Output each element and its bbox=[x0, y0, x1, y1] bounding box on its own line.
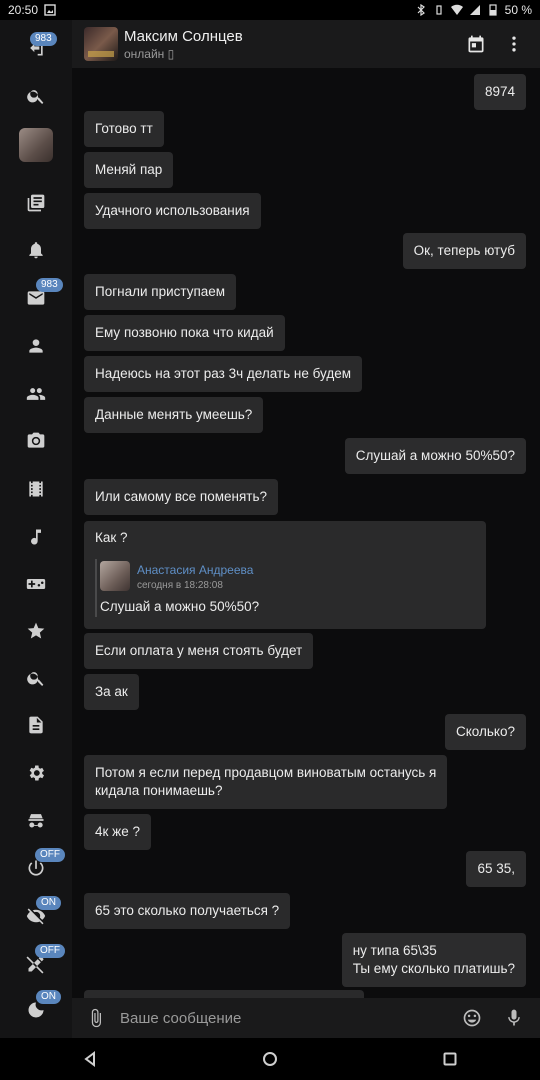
battery-icon bbox=[489, 4, 497, 16]
sidebar-item-photos[interactable] bbox=[0, 421, 72, 461]
chat-status: онлайн ▯ bbox=[124, 46, 175, 61]
gamepad-icon bbox=[26, 579, 46, 589]
document-icon bbox=[29, 716, 43, 734]
toggle-badge-1: OFF bbox=[35, 848, 65, 862]
emoji-icon[interactable] bbox=[462, 1008, 482, 1028]
sidebar-item-videos[interactable] bbox=[0, 469, 72, 509]
avatar bbox=[19, 128, 53, 162]
message-bubble-in[interactable]: За ак bbox=[84, 674, 139, 710]
microphone-icon[interactable] bbox=[504, 1008, 524, 1028]
toggle-badge-2: ON bbox=[36, 896, 61, 910]
message-bubble-in[interactable]: 65 это сколько получаеться ? bbox=[84, 893, 291, 929]
more-vertical-icon[interactable] bbox=[504, 34, 524, 54]
music-note-icon bbox=[31, 529, 41, 545]
quote-avatar[interactable] bbox=[100, 561, 130, 591]
signal-icon bbox=[469, 5, 480, 15]
calendar-icon[interactable] bbox=[466, 34, 486, 54]
gallery-icon bbox=[44, 4, 56, 16]
back-badge: 983 bbox=[30, 32, 57, 46]
incognito-icon bbox=[28, 814, 44, 828]
toggle-badge-4: ON bbox=[36, 990, 61, 1004]
system-nav-bar bbox=[0, 1038, 540, 1080]
nav-back-icon[interactable] bbox=[82, 1051, 98, 1067]
message-list: 8974 Готово тт Меняй пар Удачного исполь… bbox=[72, 68, 540, 998]
group-icon bbox=[26, 388, 46, 400]
paperclip-icon[interactable] bbox=[86, 1008, 106, 1028]
sidebar-item-groups[interactable] bbox=[0, 374, 72, 414]
clock: 20:50 bbox=[8, 3, 39, 17]
wifi-icon bbox=[450, 4, 463, 15]
quote-author[interactable]: Анастасия Андреева bbox=[137, 563, 253, 577]
sidebar-item-profile[interactable] bbox=[0, 124, 72, 166]
battery-level: 50 % bbox=[504, 3, 532, 17]
sidebar-item-favorites[interactable] bbox=[0, 611, 72, 651]
quote-body: Слушай а можно 50%50? bbox=[100, 599, 260, 614]
gear-icon bbox=[29, 765, 44, 781]
search-icon bbox=[27, 90, 44, 104]
message-bubble-in[interactable]: Потом я если перед продавцом виноватым о… bbox=[84, 755, 448, 809]
sidebar-item-friends[interactable] bbox=[0, 326, 72, 366]
sidebar-item-incognito[interactable] bbox=[0, 800, 72, 840]
sidebar: 983 983 OFF ON OFF ON bbox=[0, 20, 72, 1038]
toggle-online[interactable]: OFF bbox=[0, 848, 72, 888]
toggle-badge-3: OFF bbox=[35, 944, 65, 958]
film-icon bbox=[29, 481, 43, 497]
chat-avatar[interactable] bbox=[84, 27, 118, 61]
search-icon bbox=[27, 672, 44, 686]
message-bubble-out[interactable]: Ок, теперь ютуб bbox=[402, 233, 526, 269]
sidebar-item-documents[interactable] bbox=[0, 705, 72, 745]
back-button[interactable]: 983 bbox=[0, 28, 72, 68]
compose-bar: Ваше сообщение bbox=[72, 998, 540, 1038]
message-bubble-in[interactable]: Или самому все поменять? bbox=[84, 479, 278, 515]
chat-header: Максим Солнцев онлайн ▯ bbox=[72, 20, 540, 68]
sidebar-item-news[interactable] bbox=[0, 183, 72, 223]
quote-time: сегодня в 18:28:08 bbox=[137, 580, 223, 591]
message-bubble-in[interactable]: Меняй пар bbox=[84, 152, 174, 188]
message-bubble-out[interactable]: ну типа 65\35 Ты ему сколько платишь? bbox=[341, 933, 526, 987]
message-input[interactable]: Ваше сообщение bbox=[120, 1010, 241, 1027]
toggle-read[interactable]: ON bbox=[0, 896, 72, 936]
sidebar-item-search-2[interactable] bbox=[0, 658, 72, 698]
message-bubble-in[interactable]: 4к же ? bbox=[84, 814, 151, 850]
bluetooth-icon bbox=[417, 4, 425, 16]
message-bubble-in[interactable]: Надеюсь на этот раз 3ч делать не будем bbox=[84, 356, 362, 392]
message-bubble-in[interactable]: Данные менять умеешь? bbox=[84, 397, 264, 433]
chat-title: Максим Солнцев bbox=[124, 27, 243, 45]
message-bubble-in[interactable]: Удачного использования bbox=[84, 193, 261, 229]
message-bubble-in[interactable]: Погнали приступаем bbox=[84, 274, 237, 310]
star-icon bbox=[27, 622, 45, 639]
sidebar-item-messages[interactable]: 983 bbox=[0, 278, 72, 318]
reply-text: Как ? bbox=[95, 530, 128, 545]
nav-recents-icon[interactable] bbox=[442, 1051, 458, 1067]
toggle-typing[interactable]: OFF bbox=[0, 944, 72, 984]
quote-bar bbox=[95, 559, 97, 617]
message-bubble-in[interactable]: Готово тт bbox=[84, 111, 164, 147]
reply-message[interactable]: Как ? Анастасия Андреева сегодня в 18:28… bbox=[84, 521, 486, 629]
sidebar-item-music[interactable] bbox=[0, 517, 72, 557]
person-icon bbox=[29, 339, 43, 353]
message-bubble-out[interactable]: Сколько? bbox=[444, 714, 526, 750]
sidebar-item-notifications[interactable] bbox=[0, 230, 72, 270]
bell-icon bbox=[29, 242, 43, 259]
news-icon bbox=[27, 194, 45, 212]
chat-title-block[interactable]: Максим Солнцев онлайн ▯ bbox=[124, 28, 243, 61]
sidebar-item-search[interactable] bbox=[0, 76, 72, 116]
camera-icon bbox=[27, 432, 45, 448]
message-bubble-in-partial[interactable] bbox=[84, 990, 364, 998]
message-bubble-out[interactable]: 8974 bbox=[473, 74, 526, 110]
sidebar-item-settings[interactable] bbox=[0, 753, 72, 793]
message-bubble-in[interactable]: Ему позвоню пока что кидай bbox=[84, 315, 285, 351]
toggle-night[interactable]: ON bbox=[0, 990, 72, 1030]
message-bubble-out[interactable]: 65 35, bbox=[466, 851, 526, 887]
nav-home-icon[interactable] bbox=[262, 1051, 278, 1067]
vibrate-icon bbox=[436, 5, 442, 15]
status-bar: 20:50 50 % bbox=[0, 0, 540, 20]
message-bubble-in[interactable]: Если оплата у меня стоять будет bbox=[84, 633, 314, 669]
message-bubble-out[interactable]: Слушай а можно 50%50? bbox=[344, 438, 526, 474]
sidebar-item-games[interactable] bbox=[0, 564, 72, 604]
messages-badge: 983 bbox=[36, 278, 63, 292]
